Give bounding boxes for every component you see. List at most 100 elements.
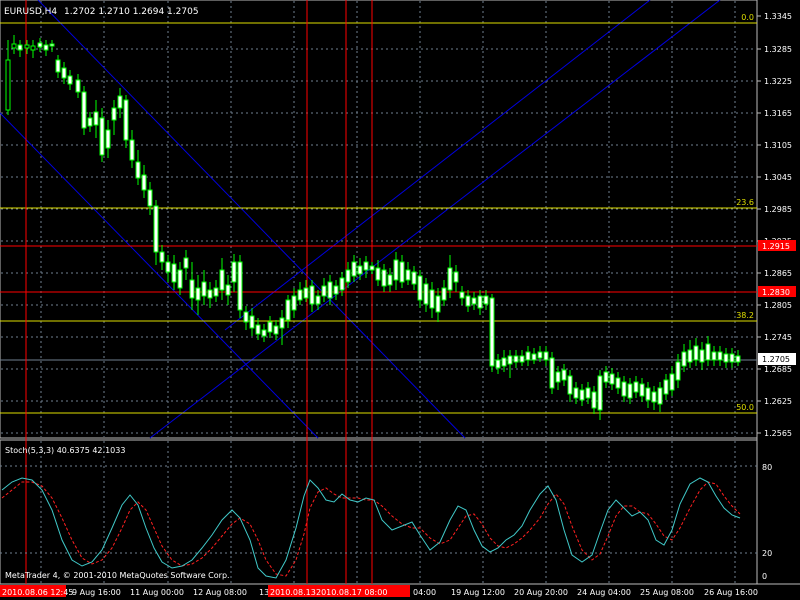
channel-line[interactable] <box>0 112 319 439</box>
candle-body[interactable] <box>135 161 141 179</box>
candle-body[interactable] <box>417 275 423 301</box>
candle-body[interactable] <box>375 267 381 281</box>
candle-body[interactable] <box>723 353 729 363</box>
candle-body[interactable] <box>309 285 315 305</box>
candle-body[interactable] <box>543 351 549 361</box>
candle-body[interactable] <box>303 287 309 299</box>
candle-body[interactable] <box>267 321 273 333</box>
candle-body[interactable] <box>735 355 741 363</box>
chart-window[interactable]: 0.0 23.6 38.2 50.0 EURUSD,H4 1.2702 1.27… <box>0 0 800 600</box>
price-axis[interactable]: 1.3345 1.3285 1.3225 1.3165 1.3105 1.3045 1.29… <box>757 12 792 438</box>
candle-body[interactable] <box>231 261 237 283</box>
candle-body[interactable] <box>81 91 87 129</box>
candle-body[interactable] <box>219 269 225 291</box>
candle-body[interactable] <box>729 353 735 363</box>
candle-body[interactable] <box>213 287 219 297</box>
candle-body[interactable] <box>225 284 231 296</box>
candle-body[interactable] <box>93 111 99 126</box>
candle-body[interactable] <box>159 251 165 263</box>
candle-body[interactable] <box>507 355 513 365</box>
candle-body[interactable] <box>531 353 537 361</box>
candle-body[interactable] <box>141 174 147 191</box>
candle-body[interactable] <box>651 391 657 403</box>
candle-body[interactable] <box>483 295 489 305</box>
candle-body[interactable] <box>153 205 159 253</box>
candle-body[interactable] <box>249 315 255 329</box>
candle-body[interactable] <box>393 259 399 281</box>
candle-body[interactable] <box>609 373 615 385</box>
candle-body[interactable] <box>579 389 585 401</box>
candle-body[interactable] <box>177 269 183 289</box>
candle-body[interactable] <box>633 381 639 393</box>
candle-body[interactable] <box>453 271 459 283</box>
candle-body[interactable] <box>207 289 213 299</box>
candle-body[interactable] <box>489 297 495 367</box>
candle-body[interactable] <box>189 279 195 299</box>
candle-body[interactable] <box>717 351 723 361</box>
candle-body[interactable] <box>321 285 327 297</box>
candle-body[interactable] <box>357 265 363 275</box>
candle-body[interactable] <box>573 387 579 399</box>
candle-body[interactable] <box>387 274 393 286</box>
candle-body[interactable] <box>255 324 261 335</box>
channel-line[interactable] <box>149 0 721 439</box>
candle-body[interactable] <box>693 345 699 361</box>
candle-body[interactable] <box>399 261 405 283</box>
candle-body[interactable] <box>549 357 555 389</box>
candle-body[interactable] <box>279 317 285 329</box>
candle-body[interactable] <box>477 295 483 309</box>
candle-body[interactable] <box>351 261 357 277</box>
candle-body[interactable] <box>381 269 387 287</box>
candle-body[interactable] <box>675 361 681 381</box>
candle-body[interactable] <box>663 379 669 395</box>
candle-body[interactable] <box>129 139 135 161</box>
candle-body[interactable] <box>519 355 525 363</box>
channel-line[interactable] <box>37 0 466 439</box>
candle-body[interactable] <box>567 375 573 395</box>
candle-body[interactable] <box>681 351 687 367</box>
candle-body[interactable] <box>195 287 201 301</box>
candle-body[interactable] <box>165 261 171 273</box>
candle-body[interactable] <box>183 257 189 269</box>
candle-body[interactable] <box>669 373 675 391</box>
candle-body[interactable] <box>171 263 177 283</box>
candle-body[interactable] <box>411 271 417 285</box>
candle-body[interactable] <box>201 281 207 297</box>
candle-body[interactable] <box>405 269 411 281</box>
candle-body[interactable] <box>645 387 651 401</box>
candle-body[interactable] <box>525 351 531 361</box>
candle-body[interactable] <box>369 265 375 271</box>
candle-body[interactable] <box>315 295 321 305</box>
candle-body[interactable] <box>123 99 129 141</box>
candle-body[interactable] <box>147 189 153 207</box>
candle-body[interactable] <box>423 283 429 305</box>
candle-body[interactable] <box>261 329 267 337</box>
candle-body[interactable] <box>243 311 249 323</box>
candle-body[interactable] <box>435 295 441 313</box>
candle-body[interactable] <box>363 261 369 271</box>
candle-body[interactable] <box>17 44 23 51</box>
candle-body[interactable] <box>5 59 11 111</box>
candle-body[interactable] <box>705 343 711 361</box>
candle-body[interactable] <box>55 59 61 73</box>
candle-body[interactable] <box>24 44 30 49</box>
candle-body[interactable] <box>603 371 609 383</box>
candle-body[interactable] <box>237 261 243 311</box>
candle-body[interactable] <box>291 295 297 311</box>
candle-body[interactable] <box>117 95 123 109</box>
candle-body[interactable] <box>441 287 447 301</box>
candle-body[interactable] <box>501 357 507 367</box>
candle-body[interactable] <box>561 369 567 381</box>
candle-body[interactable] <box>627 383 633 399</box>
candle-body[interactable] <box>333 285 339 295</box>
candle-body[interactable] <box>11 43 17 49</box>
candle-body[interactable] <box>447 267 453 291</box>
candle-body[interactable] <box>43 44 49 51</box>
candle-body[interactable] <box>591 391 597 409</box>
candle-body[interactable] <box>537 351 543 359</box>
candle-body[interactable] <box>99 117 105 156</box>
candle-body[interactable] <box>285 299 291 321</box>
candle-body[interactable] <box>429 289 435 309</box>
candle-body[interactable] <box>495 359 501 369</box>
candle-body[interactable] <box>327 281 333 299</box>
